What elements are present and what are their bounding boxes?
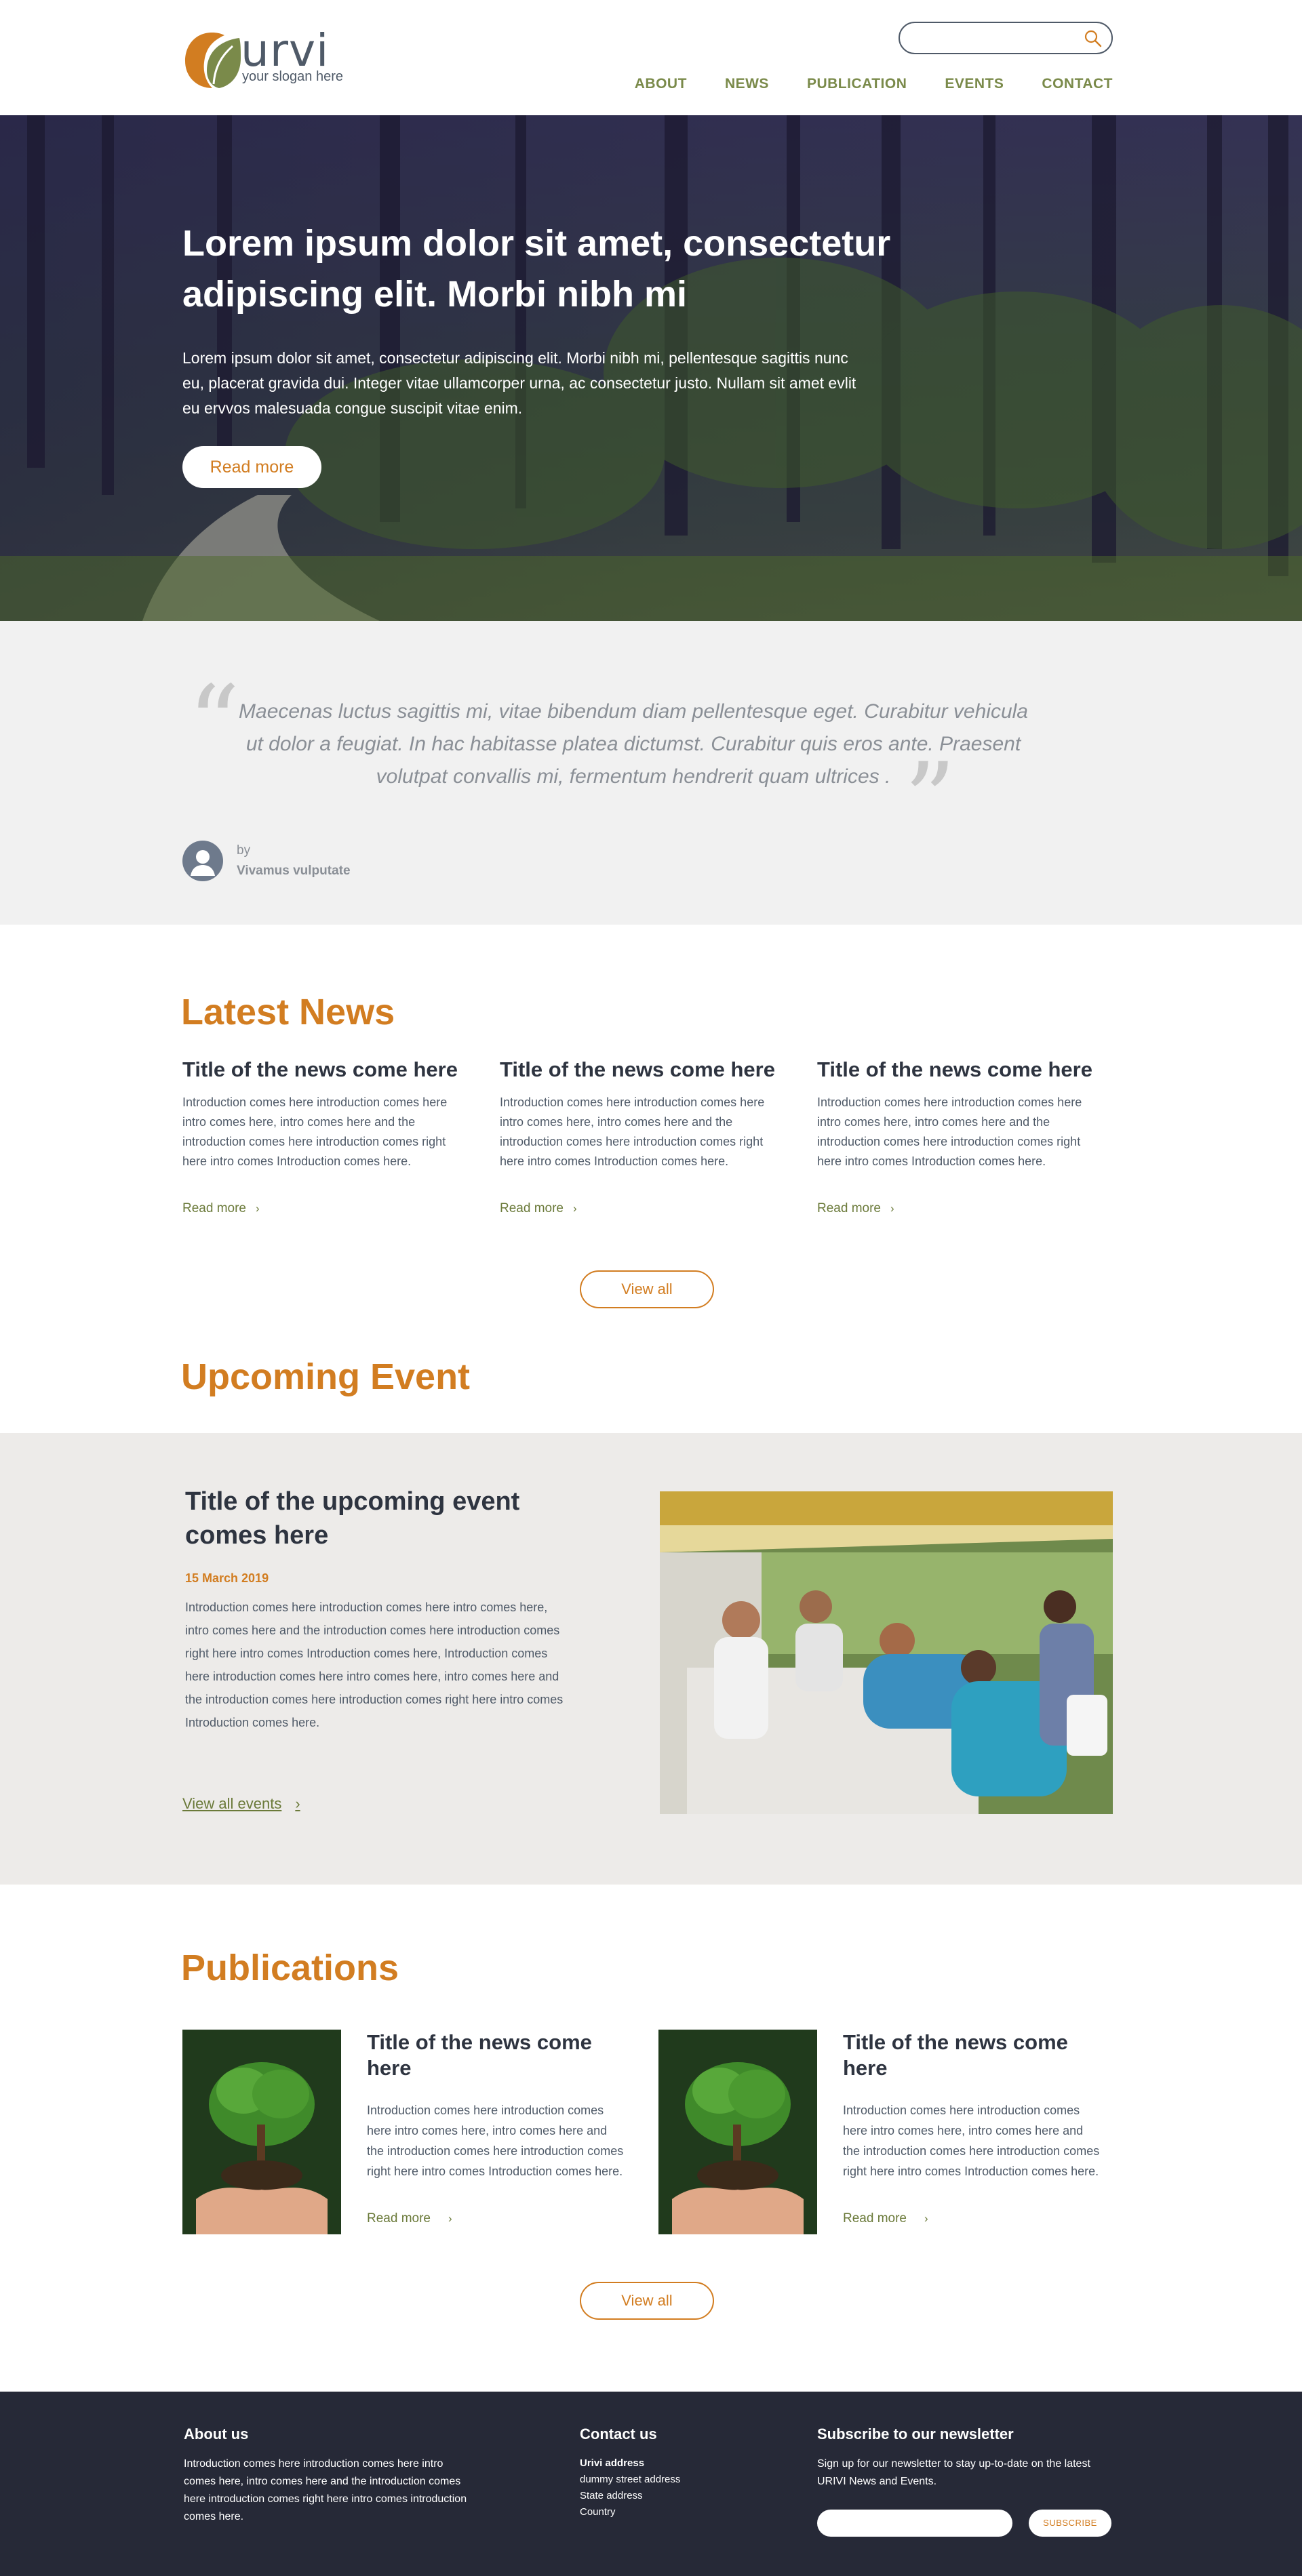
- news-text: Introduction comes here introduction com…: [182, 1095, 448, 1168]
- publication-title[interactable]: Title of the news come here: [367, 2030, 611, 2081]
- view-all-events-link[interactable]: View all events ›: [182, 1795, 300, 1813]
- news-read-more-link[interactable]: Read more ›: [817, 1201, 894, 1216]
- event-date: 15 March 2019: [185, 1571, 269, 1585]
- publications-view-all-button[interactable]: View all: [580, 2282, 714, 2320]
- chevron-right-icon: ›: [890, 1202, 894, 1215]
- news-title[interactable]: Title of the news come here: [817, 1056, 1107, 1083]
- footer-about-text: Introduction comes here introduction com…: [184, 2458, 467, 2522]
- hero-text: Lorem ipsum dolor sit amet, consectetur …: [182, 349, 856, 417]
- event-text: Introduction comes here introduction com…: [185, 1601, 564, 1729]
- chevron-right-icon: ›: [573, 1202, 577, 1215]
- news-view-all-button[interactable]: View all: [580, 1270, 714, 1308]
- publications-section: Publications Title of the news come here…: [0, 1885, 1302, 2392]
- news-read-more-link[interactable]: Read more ›: [182, 1201, 260, 1216]
- quote-by-label: by: [237, 843, 251, 858]
- nav-events[interactable]: EVENTS: [945, 76, 1004, 92]
- footer-contact-line: Country: [580, 2506, 616, 2518]
- site-header: urvi your slogan here ABOUT NEWS PUBLICA…: [0, 0, 1302, 115]
- tree-in-hands-image: [182, 2030, 341, 2234]
- nav-about[interactable]: ABOUT: [635, 76, 687, 92]
- footer-about-title: About us: [184, 2426, 249, 2442]
- view-all-events-label: View all events: [182, 1795, 282, 1812]
- news-title[interactable]: Title of the news come here: [182, 1056, 473, 1083]
- read-more-label: Read more: [500, 1201, 564, 1215]
- footer-contact-line: Urivi address: [580, 2457, 645, 2469]
- avatar: [182, 841, 223, 881]
- upcoming-event-section: Title of the upcoming event comes here 1…: [0, 1433, 1302, 1885]
- main-nav: ABOUT NEWS PUBLICATION EVENTS CONTACT: [597, 76, 1113, 92]
- chevron-right-icon: ›: [448, 2212, 452, 2225]
- news-card: Title of the news come here Introduction…: [500, 1056, 790, 1171]
- logo-slogan: your slogan here: [242, 69, 343, 84]
- event-title[interactable]: Title of the upcoming event comes here: [185, 1485, 565, 1552]
- read-more-label: Read more: [367, 2211, 431, 2226]
- subscribe-button[interactable]: SUBSCRIBE: [1029, 2510, 1111, 2537]
- search-icon[interactable]: [1084, 30, 1102, 47]
- latest-news-title: Latest News: [181, 992, 395, 1032]
- newsletter-title: Subscribe to our newsletter: [817, 2426, 1014, 2442]
- search-input[interactable]: [912, 23, 1082, 53]
- site-footer: About us Introduction comes here introdu…: [0, 2392, 1302, 2576]
- event-photo: [660, 1491, 1113, 1814]
- publication-text: Introduction comes here introduction com…: [843, 2104, 1100, 2178]
- footer-contact: Contact us Urivi address dummy street ad…: [580, 2426, 756, 2520]
- footer-newsletter: Subscribe to our newsletter Sign up for …: [817, 2426, 1113, 2561]
- chevron-right-icon: ›: [256, 1202, 260, 1215]
- news-text: Introduction comes here introduction com…: [500, 1095, 765, 1168]
- nav-news[interactable]: NEWS: [725, 76, 769, 92]
- latest-news-section: Latest News Title of the news come here …: [0, 925, 1302, 1433]
- read-more-label: Read more: [817, 1201, 881, 1215]
- publications-title: Publications: [181, 1948, 399, 1988]
- read-more-label: Read more: [182, 1201, 246, 1215]
- publication-text: Introduction comes here introduction com…: [367, 2104, 624, 2178]
- close-quote-icon: ”: [904, 742, 956, 860]
- publication-read-more-link[interactable]: Read more ›: [843, 2211, 928, 2226]
- publication-image: [182, 2030, 341, 2234]
- publication-image: [658, 2030, 817, 2234]
- search-box: [899, 22, 1113, 54]
- nav-contact[interactable]: CONTACT: [1042, 76, 1113, 92]
- hero-read-more-button[interactable]: Read more: [182, 446, 321, 488]
- footer-about: About us Introduction comes here introdu…: [184, 2426, 469, 2526]
- event-crowd-image: [660, 1491, 1113, 1814]
- user-icon: [191, 850, 215, 876]
- nav-publication[interactable]: PUBLICATION: [807, 76, 907, 92]
- publication-title[interactable]: Title of the news come here: [843, 2030, 1087, 2081]
- footer-contact-line: State address: [580, 2490, 643, 2501]
- newsletter-text: Sign up for our newsletter to stay up-to…: [817, 2458, 1090, 2487]
- news-card: Title of the news come here Introduction…: [182, 1056, 473, 1171]
- hero-banner: Lorem ipsum dolor sit amet, consectetur …: [0, 115, 1302, 621]
- publication-card: Title of the news come here Introduction…: [182, 2030, 623, 2234]
- footer-contact-title: Contact us: [580, 2426, 657, 2442]
- testimonial-section: “ Maecenas luctus sagittis mi, vitae bib…: [0, 621, 1302, 925]
- chevron-right-icon: ›: [295, 1795, 300, 1812]
- logo-leaf-icon: [185, 33, 241, 88]
- news-title[interactable]: Title of the news come here: [500, 1056, 790, 1083]
- quote-author: Vivamus vulputate: [237, 864, 351, 878]
- news-card: Title of the news come here Introduction…: [817, 1056, 1107, 1171]
- chevron-right-icon: ›: [924, 2212, 928, 2225]
- footer-contact-line: dummy street address: [580, 2474, 681, 2485]
- tree-in-hands-image: [658, 2030, 817, 2234]
- newsletter-email-input[interactable]: [817, 2510, 1012, 2537]
- news-text: Introduction comes here introduction com…: [817, 1095, 1082, 1168]
- hero-title: Lorem ipsum dolor sit amet, consectetur …: [182, 223, 891, 315]
- news-read-more-link[interactable]: Read more ›: [500, 1201, 577, 1216]
- upcoming-event-title: Upcoming Event: [181, 1356, 471, 1397]
- logo[interactable]: urvi your slogan here: [182, 24, 345, 94]
- publication-read-more-link[interactable]: Read more ›: [367, 2211, 452, 2226]
- read-more-label: Read more: [843, 2211, 907, 2226]
- publication-card: Title of the news come here Introduction…: [658, 2030, 1099, 2234]
